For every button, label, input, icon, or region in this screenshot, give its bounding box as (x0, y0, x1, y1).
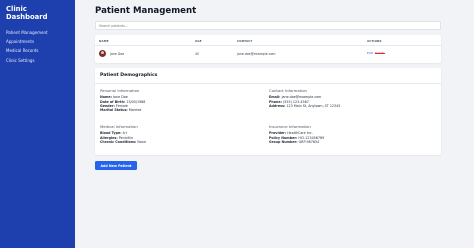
field-value: HCI-123456789 (298, 135, 325, 140)
sidebar-title-line1: Clinic (6, 5, 27, 13)
field-label: Marital Status: (100, 108, 128, 113)
add-new-patient-button[interactable]: Add New Patient (95, 161, 137, 170)
sidebar: Clinic Dashboard Patient Management Appo… (0, 0, 75, 248)
field-value: jane.doe@example.com (281, 95, 322, 100)
app-root: Clinic Dashboard Patient Management Appo… (0, 0, 474, 248)
column-header-name: NAME (99, 39, 109, 43)
avatar (99, 49, 106, 57)
field-value: 15/05/1988 (126, 99, 146, 104)
field-label: Gender: (100, 104, 115, 108)
field-value: None (137, 140, 147, 144)
patient-demographics-card: Patient Demographics Personal Informatio… (95, 68, 441, 155)
field-value: Married (128, 108, 142, 113)
field-value: 123 Main St, Anytown, ST 12345 (286, 104, 341, 108)
sidebar-title: Clinic Dashboard (6, 5, 75, 21)
search-input[interactable] (95, 21, 441, 30)
page-title: Patient Management (95, 6, 197, 16)
main-content: Patient Management NAME AGE CONTACT ACTI… (75, 0, 474, 248)
field-value: Penicillin (118, 135, 134, 140)
demographics-title: Patient Demographics (100, 73, 158, 78)
field-group-number: Group Number: GRP-987654 (269, 140, 434, 144)
field-marital-status: Marital Status: Married (100, 108, 265, 112)
cell-age: 45 (195, 51, 200, 56)
table-header-divider (95, 44, 441, 45)
cell-contact: jane.doe@example.com (237, 51, 276, 56)
contact-information-heading: Contact Information (269, 88, 307, 93)
field-label: Policy Number: (269, 135, 298, 140)
field-value: (555) 123-4567 (283, 99, 309, 104)
field-value: HealthCare Inc. (287, 131, 313, 136)
field-label: Blood Type: (100, 131, 122, 136)
personal-information-heading: Personal Information (100, 88, 140, 93)
field-address: Address: 123 Main St, Anytown, ST 12345 (269, 104, 434, 108)
personal-information-section: Personal Information Name: Jane Doe Date… (100, 88, 265, 113)
insurance-information-section: Insurance Information Provider: HealthCa… (269, 124, 434, 144)
sidebar-item-clinic-settings[interactable]: Clinic Settings (6, 58, 75, 64)
column-header-contact: CONTACT (237, 39, 253, 43)
field-label: Provider: (269, 131, 287, 136)
field-label: Name: (100, 95, 112, 100)
medical-information-heading: Medical Information (100, 124, 138, 129)
insurance-information-heading: Insurance Information (269, 124, 311, 129)
demographics-divider (95, 82, 441, 83)
field-value: GRP-987654 (298, 140, 320, 144)
field-value: Jane Doe (113, 95, 128, 100)
sidebar-item-appointments[interactable]: Appointments (6, 40, 75, 45)
field-chronic-conditions: Chronic Conditions: None (100, 140, 265, 144)
field-value: Female (115, 104, 128, 108)
field-label: Address: (269, 104, 286, 108)
medical-information-section: Medical Information Blood Type: A+ Aller… (100, 124, 265, 144)
field-label: Chronic Conditions: (100, 140, 137, 144)
patient-table: NAME AGE CONTACT ACTIONS Jane Doe 45 jan… (95, 35, 441, 63)
sidebar-item-medical-records[interactable]: Medical Records (6, 49, 75, 54)
column-header-age: AGE (195, 39, 202, 43)
edit-button[interactable]: Edit (367, 51, 373, 55)
field-label: Group Number: (269, 140, 298, 144)
contact-information-section: Contact Information Email: jane.doe@exam… (269, 88, 434, 108)
field-label: Allergies: (100, 135, 118, 140)
delete-button[interactable]: Delete (375, 51, 385, 55)
field-label: Email: (269, 95, 281, 100)
cell-name: Jane Doe (110, 51, 125, 56)
sidebar-item-patient-management[interactable]: Patient Management (6, 30, 75, 36)
field-label: Phone: (269, 99, 282, 104)
column-header-actions: ACTIONS (367, 39, 382, 43)
sidebar-title-line2: Dashboard (6, 13, 48, 21)
field-value: A+ (122, 131, 128, 136)
field-label: Date of Birth: (100, 99, 126, 104)
